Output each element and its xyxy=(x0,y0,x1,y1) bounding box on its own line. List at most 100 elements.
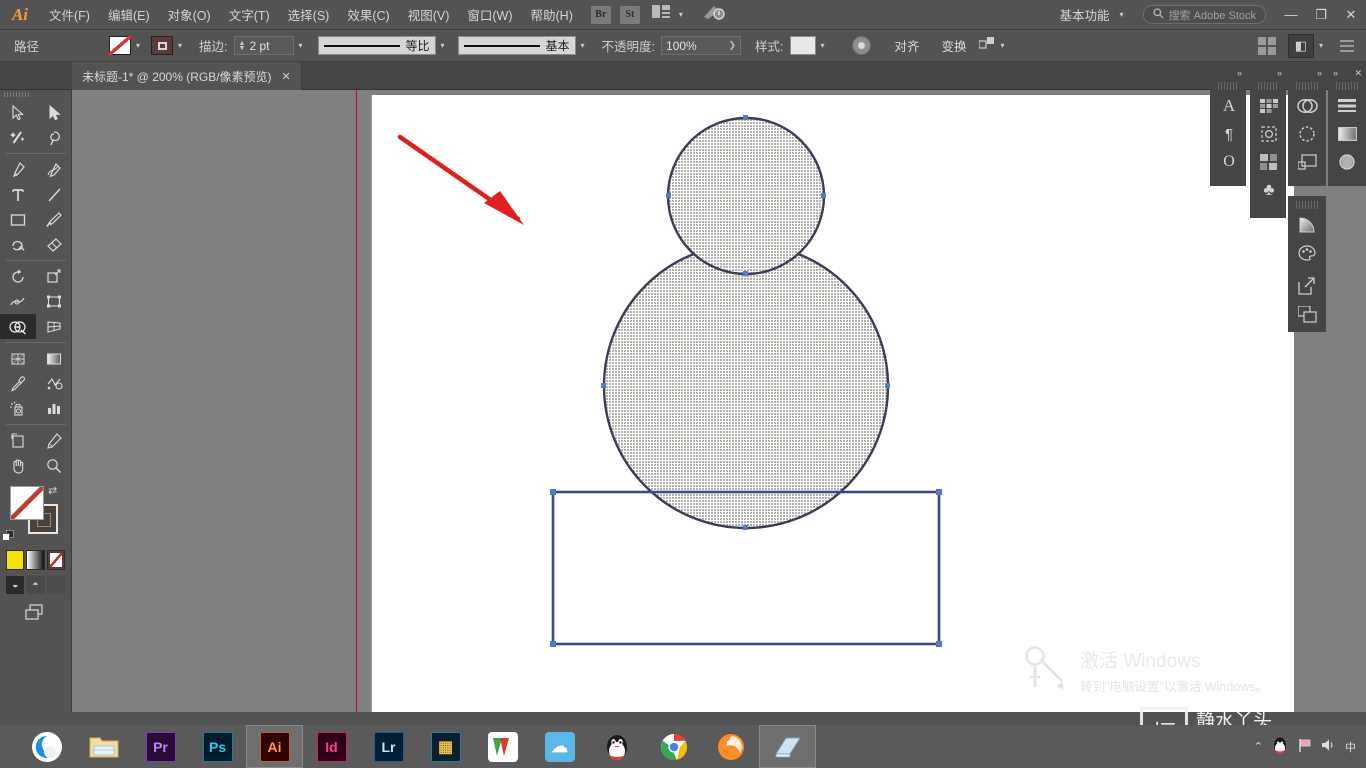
color-panel-icon[interactable] xyxy=(1288,239,1326,267)
stroke-profile-combo[interactable]: 等比 xyxy=(317,36,436,55)
rectangle-tool[interactable] xyxy=(0,207,36,232)
color-mode-button[interactable] xyxy=(6,550,25,570)
character-panel-icon[interactable]: A xyxy=(1210,92,1248,120)
selection-mode-button[interactable]: ◧ xyxy=(1288,33,1314,58)
taskbar-weather[interactable]: ☁ xyxy=(531,725,588,768)
opacity-expand-icon[interactable]: ❯ xyxy=(728,40,736,51)
transform-button[interactable]: 变换 xyxy=(938,34,971,57)
line-segment-tool[interactable] xyxy=(36,182,72,207)
opacity-panel-icon[interactable]: O xyxy=(1210,148,1248,176)
draw-normal-mode-button[interactable]: ◒ xyxy=(6,576,25,594)
panel-collapse-button-4[interactable]: » xyxy=(1333,68,1338,78)
lasso-tool[interactable] xyxy=(36,125,72,150)
fill-color-control[interactable] xyxy=(10,486,44,520)
align-button[interactable]: 对齐 xyxy=(891,34,924,57)
style-chevron-down-icon[interactable]: ▾ xyxy=(816,36,830,55)
swap-fill-stroke-icon[interactable]: ⇄ xyxy=(48,484,57,497)
menu-view[interactable]: 视图(V) xyxy=(399,1,459,28)
stock-search-box[interactable]: 搜索 Adobe Stock xyxy=(1142,5,1266,24)
isolate-chevron-down-icon[interactable]: ▾ xyxy=(996,36,1010,55)
selection-mode-chevron-down-icon[interactable]: ▾ xyxy=(1314,36,1328,55)
taskbar-browser-360[interactable] xyxy=(18,725,75,768)
menu-effect[interactable]: 效果(C) xyxy=(338,1,398,28)
panel-grip-1[interactable] xyxy=(1218,82,1238,90)
taskbar-window[interactable] xyxy=(759,725,816,768)
column-graph-tool[interactable] xyxy=(36,396,72,421)
document-tab[interactable]: 未标题-1* @ 200% (RGB/像素预览) ✕ xyxy=(72,62,302,90)
panel-grip-2[interactable] xyxy=(1258,82,1278,90)
arrange-documents-button[interactable]: ▾ xyxy=(651,5,688,24)
isolate-selected-object-icon[interactable] xyxy=(977,37,996,54)
pen-tool[interactable] xyxy=(0,157,36,182)
artboards-panel-icon[interactable] xyxy=(1288,148,1326,176)
window-minimize-button[interactable]: — xyxy=(1276,1,1306,29)
graphic-style-swatch[interactable] xyxy=(789,36,816,55)
taskbar-file-explorer[interactable] xyxy=(75,725,132,768)
blend-tool[interactable] xyxy=(36,371,72,396)
brush-chevron-down-icon[interactable]: ▾ xyxy=(576,36,590,55)
panel-options-list-icon[interactable] xyxy=(1340,39,1354,52)
stroke-chevron-down-icon[interactable]: ▾ xyxy=(173,36,187,55)
panel-collapse-button-3[interactable]: » xyxy=(1288,66,1326,80)
paragraph-panel-icon[interactable]: ¶ xyxy=(1210,120,1248,148)
symbols-panel-icon[interactable] xyxy=(1250,120,1288,148)
canvas-area[interactable] xyxy=(72,90,1366,712)
hand-tool[interactable] xyxy=(0,453,36,478)
taskbar-photoshop[interactable]: Ps xyxy=(189,725,246,768)
window-close-button[interactable]: ✕ xyxy=(1336,1,1366,29)
curvature-tool[interactable] xyxy=(36,157,72,182)
tools-panel-grip[interactable] xyxy=(0,92,71,100)
stroke-weight-field[interactable]: ▲ ▼ 2 pt xyxy=(233,36,294,55)
close-icon[interactable]: ✕ xyxy=(282,70,291,83)
gradient-panel-icon[interactable] xyxy=(1288,211,1326,239)
taskbar-premiere[interactable]: Pr xyxy=(132,725,189,768)
scale-tool[interactable] xyxy=(36,264,72,289)
slice-tool[interactable] xyxy=(36,428,72,453)
fill-color-swatch[interactable] xyxy=(109,36,132,55)
menu-file[interactable]: 文件(F) xyxy=(40,1,99,28)
stock-button[interactable]: St xyxy=(619,5,640,24)
perspective-grid-tool[interactable] xyxy=(36,314,72,339)
swatches-panel-icon[interactable] xyxy=(1250,92,1288,120)
taskbar-wps[interactable] xyxy=(474,725,531,768)
draw-behind-mode-button[interactable]: ◓ xyxy=(26,576,45,594)
show-hidden-icons-button[interactable]: ⌃ xyxy=(1254,740,1263,753)
taskbar-illustrator[interactable]: Ai xyxy=(246,725,303,768)
workspace-switcher[interactable]: 基本功能 ▾ xyxy=(1052,2,1137,27)
taskbar-firefox[interactable] xyxy=(702,725,759,768)
brush-definition-combo[interactable]: 基本 xyxy=(457,36,576,55)
paintbrush-tool[interactable] xyxy=(36,207,72,232)
gradient-tool[interactable] xyxy=(36,346,72,371)
asset-export-panel-icon[interactable] xyxy=(1288,300,1326,328)
menu-help[interactable]: 帮助(H) xyxy=(522,1,582,28)
stroke-weight-chevron-down-icon[interactable]: ▾ xyxy=(294,36,308,55)
fill-chevron-down-icon[interactable]: ▾ xyxy=(131,36,145,55)
menu-select[interactable]: 选择(S) xyxy=(279,1,339,28)
menu-window[interactable]: 窗口(W) xyxy=(458,1,521,28)
magic-wand-tool[interactable] xyxy=(0,125,36,150)
panel-grip-3[interactable] xyxy=(1296,82,1318,90)
transform-panel-icon[interactable] xyxy=(1328,120,1366,148)
panel-close-icon[interactable]: ✕ xyxy=(1354,68,1362,79)
taskbar-lightroom[interactable]: Lr xyxy=(360,725,417,768)
stroke-profile-chevron-down-icon[interactable]: ▾ xyxy=(436,36,450,55)
stroke-color-swatch[interactable] xyxy=(151,36,174,55)
free-transform-tool[interactable] xyxy=(36,289,72,314)
cc-libraries-panel-icon[interactable] xyxy=(1288,92,1326,120)
menu-object[interactable]: 对象(O) xyxy=(159,1,220,28)
shape-builder-tool[interactable] xyxy=(0,314,36,339)
ime-indicator[interactable]: 中 xyxy=(1345,739,1356,755)
volume-tray-icon[interactable] xyxy=(1321,738,1336,755)
symbol-sprayer-tool[interactable] xyxy=(0,396,36,421)
default-fill-stroke-icon[interactable] xyxy=(2,530,15,543)
menu-type[interactable]: 文字(T) xyxy=(220,1,279,28)
bridge-button[interactable]: Br xyxy=(590,5,611,24)
stroke-weight-stepper[interactable]: ▲ ▼ xyxy=(239,40,246,52)
artboard-tool[interactable] xyxy=(0,428,36,453)
opacity-field[interactable]: 100% ❯ xyxy=(661,36,742,55)
draw-inside-mode-button[interactable]: ◌ xyxy=(46,576,65,594)
none-mode-button[interactable] xyxy=(46,550,65,570)
qq-tray-icon[interactable] xyxy=(1272,737,1288,757)
panel-collapse-button-1[interactable]: » xyxy=(1210,66,1246,80)
shaper-tool[interactable] xyxy=(0,232,36,257)
